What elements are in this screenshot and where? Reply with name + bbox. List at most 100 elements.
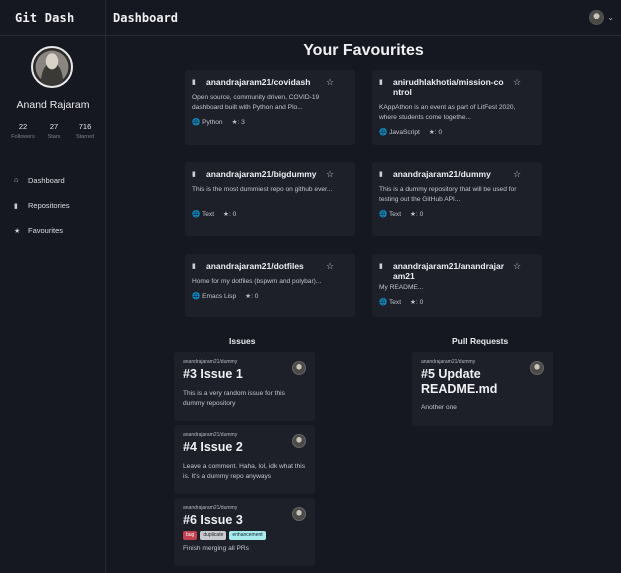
language-label: JavaScript: [389, 129, 420, 136]
repo-name[interactable]: anandrajaram21/covidash: [206, 77, 320, 87]
repo-card[interactable]: ▮ anandrajaram21/dummy ☆ This is a dummy…: [372, 162, 542, 236]
sidebar-item-dashboard[interactable]: ⌂ Dashboard: [14, 168, 70, 193]
repo-card[interactable]: ▮ anandrajaram21/bigdummy ☆ This is the …: [185, 162, 355, 236]
star-icon[interactable]: ☆: [513, 169, 521, 179]
repo-stars: ★: 3: [232, 118, 245, 126]
top-bar: Dashboard ⌄: [106, 0, 621, 36]
avatar: [292, 507, 306, 521]
repo-stars: ★: 0: [245, 292, 258, 300]
globe-icon: 🌐: [192, 119, 201, 126]
repo-icon: ▮: [379, 263, 383, 270]
star-icon[interactable]: ☆: [326, 77, 334, 87]
label-enhancement[interactable]: enhancement: [229, 531, 266, 540]
profile-avatar: [31, 46, 73, 88]
repo-description: KAppAthon is an event as part of LitFest…: [379, 104, 516, 121]
issue-title[interactable]: #4 Issue 2: [183, 440, 287, 455]
repo-language: 🌐 Emacs Lisp: [192, 292, 236, 300]
repo-name[interactable]: anirudhlakhotia/mission-control: [393, 77, 507, 97]
issue-body: Finish merging all PRs: [183, 545, 249, 552]
book-icon: ▮: [14, 202, 18, 210]
repo-stars: ★: 0: [223, 210, 236, 218]
profile-name: Anand Rajaram: [16, 99, 90, 111]
stat-label: Starred: [75, 134, 95, 140]
stat-value: 716: [78, 122, 92, 131]
stars-count: : 3: [237, 119, 245, 126]
globe-icon: 🌐: [379, 129, 388, 136]
avatar[interactable]: [589, 10, 605, 25]
globe-icon: 🌐: [192, 211, 201, 218]
stat-followers: 22 Followers: [8, 122, 38, 140]
star-icon: ★: [14, 227, 21, 235]
language-label: Python: [202, 119, 223, 126]
pull-request-card[interactable]: anandrajaram21/dummy #5 Update README.md…: [412, 352, 553, 426]
language-label: Text: [388, 299, 402, 306]
stars-count: : 0: [434, 129, 443, 136]
repo-language: 🌐 Python: [192, 118, 223, 126]
repo-card[interactable]: ▮ anirudhlakhotia/mission-control ☆ KApp…: [372, 70, 542, 145]
issue-card[interactable]: anandrajaram21/dummy #6 Issue 3 bug dupl…: [174, 498, 315, 566]
home-icon: ⌂: [14, 177, 19, 184]
repo-name[interactable]: anandrajaram21/bigdummy: [206, 169, 320, 179]
repo-card[interactable]: ▮ anandrajaram21/dotfiles ☆ Home for my …: [185, 254, 355, 317]
repo-language: 🌐 Text: [379, 298, 401, 306]
app-brand[interactable]: Git Dash: [0, 0, 106, 36]
avatar: [292, 434, 306, 448]
pr-title[interactable]: #5 Update README.md: [421, 367, 525, 397]
issue-repo: anandrajaram21/dummy: [183, 432, 238, 438]
stars-count: : 0: [415, 299, 424, 306]
page-title: Dashboard: [113, 11, 179, 25]
repo-stars: ★: 0: [429, 128, 442, 136]
issue-title[interactable]: #3 Issue 1: [183, 367, 287, 382]
issue-body: Leave a comment. Haha, lol, idk what thi…: [183, 463, 306, 480]
repo-icon: ▮: [192, 79, 196, 86]
repo-description: This is a dummy repository that will be …: [379, 186, 517, 203]
language-label: Emacs Lisp: [202, 293, 237, 300]
issue-card[interactable]: anandrajaram21/dummy #3 Issue 1 This is …: [174, 352, 315, 421]
globe-icon: 🌐: [192, 293, 201, 300]
issue-repo: anandrajaram21/dummy: [183, 359, 238, 365]
repo-icon: ▮: [379, 79, 383, 86]
repo-card[interactable]: ▮ anandrajaram21/covidash ☆ Open source,…: [185, 70, 355, 145]
issue-card[interactable]: anandrajaram21/dummy #4 Issue 2 Leave a …: [174, 425, 315, 494]
globe-icon: 🌐: [379, 211, 388, 218]
issue-body: This is a very random issue for this dum…: [183, 390, 285, 407]
repo-description: Open source, community driven, COVID-19 …: [192, 94, 320, 111]
stars-count: : 0: [228, 211, 237, 218]
repo-name[interactable]: anandrajaram21/dotfiles: [206, 261, 320, 271]
stat-value: 27: [49, 122, 59, 131]
star-icon[interactable]: ☆: [513, 77, 521, 87]
chevron-down-icon[interactable]: ⌄: [607, 13, 614, 22]
user-menu[interactable]: ⌄: [589, 10, 614, 25]
profile-stats: 22 Followers 27 Stars 716 Starred: [8, 122, 100, 140]
repo-icon: ▮: [192, 263, 196, 270]
sidebar-item-repositories[interactable]: ▮ Repositories: [14, 193, 70, 218]
issues-title: Issues: [229, 336, 256, 346]
repo-icon: ▮: [192, 171, 196, 178]
pull-requests-title: Pull Requests: [452, 336, 509, 346]
stat-label: Followers: [11, 134, 35, 140]
sidebar-item-favourites[interactable]: ★ Favourites: [14, 218, 70, 243]
repo-language: 🌐 JavaScript: [379, 128, 420, 136]
stat-value: 22: [18, 122, 28, 131]
sidebar-item-label: Repositories: [28, 201, 70, 210]
stat-stars: 27 Stars: [39, 122, 69, 140]
stars-count: : 0: [415, 211, 424, 218]
repo-name[interactable]: anandrajaram21/anandrajaram21: [393, 261, 507, 281]
pr-repo: anandrajaram21/dummy: [421, 359, 476, 365]
repo-card[interactable]: ▮ anandrajaram21/anandrajaram21 ☆ My REA…: [372, 254, 542, 317]
issue-title[interactable]: #6 Issue 3: [183, 513, 287, 528]
label-duplicate[interactable]: duplicate: [200, 531, 227, 540]
label-bug[interactable]: bug: [183, 531, 198, 540]
issue-repo: anandrajaram21/dummy: [183, 505, 238, 511]
stat-starred: 716 Starred: [70, 122, 100, 140]
star-icon[interactable]: ☆: [326, 261, 334, 271]
language-label: Text: [201, 211, 215, 218]
stat-label: Stars: [47, 134, 61, 140]
star-icon[interactable]: ☆: [326, 169, 334, 179]
repo-name[interactable]: anandrajaram21/dummy: [393, 169, 507, 179]
repo-description: My README...: [379, 284, 424, 291]
repo-description: Home for my dotfiles (bspwm and polybar)…: [192, 278, 322, 285]
favourites-title: Your Favourites: [303, 42, 424, 59]
language-label: Text: [388, 211, 402, 218]
star-icon[interactable]: ☆: [513, 261, 521, 271]
